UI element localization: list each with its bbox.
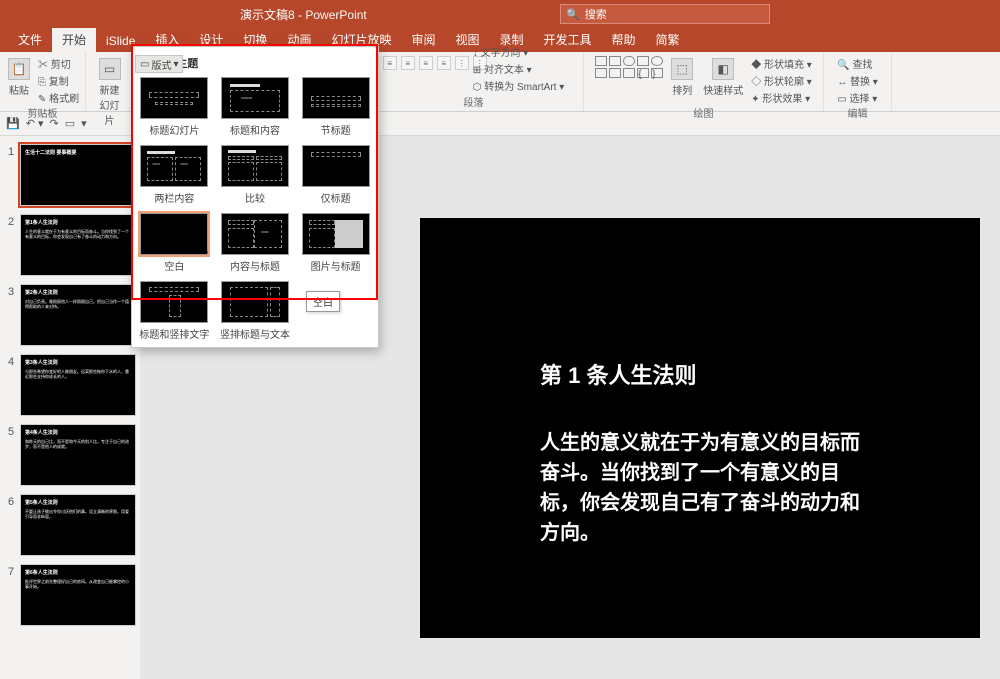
slide-thumbnails-panel[interactable]: 1生活十二法则 要事概要2第1条人生法则人生的意义就在于为有意义的目标而奋斗。当… bbox=[0, 136, 140, 679]
save-icon[interactable]: 💾 bbox=[6, 117, 20, 130]
new-slide-icon: ▭ bbox=[99, 58, 121, 80]
slide-body: 人生的意义就在于为有意义的目标而奋斗。当你找到了一个有意义的目标，你会发现自己有… bbox=[540, 428, 860, 548]
shape-effects[interactable]: ✦ 形状效果 ▾ bbox=[751, 90, 812, 105]
slide-thumbnail[interactable]: 第5条人生法则不要让孩子做出令你讨厌他们的事。设立清晰的界限，用爱引导而非纵容。 bbox=[20, 494, 136, 556]
thumb-number: 2 bbox=[4, 214, 18, 228]
layout-option[interactable]: 标题和竖排文字 bbox=[138, 281, 211, 341]
tab-文件[interactable]: 文件 bbox=[8, 27, 52, 52]
doc-title: 演示文稿8 bbox=[240, 8, 295, 22]
clipboard-icon: 📋 bbox=[8, 58, 30, 80]
tab-开始[interactable]: 开始 bbox=[52, 27, 96, 52]
chevron-down-icon: ▾ bbox=[173, 59, 178, 70]
layout-option-label: 标题幻灯片 bbox=[149, 122, 199, 137]
layout-option-label: 比较 bbox=[245, 190, 265, 205]
slideshow-icon[interactable]: ▭ bbox=[65, 117, 75, 130]
more-qat-icon[interactable]: ▾ bbox=[81, 117, 87, 130]
copy-button[interactable]: ⎘ 复制 bbox=[38, 73, 79, 88]
layout-option-label: 标题和竖排文字 bbox=[139, 326, 209, 341]
new-slide-button[interactable]: ▭ 新建 幻灯片 bbox=[94, 56, 125, 129]
layout-option-label: 内容与标题 bbox=[230, 258, 280, 273]
slide-thumbnail[interactable]: 第2条人生法则对自己负责。像照顾他人一样照顾自己。把自己当作一个值得帮助的人来对… bbox=[20, 284, 136, 346]
slide-title: 第 1 条人生法则 bbox=[540, 358, 860, 390]
paragraph-group-label: 段落 bbox=[464, 94, 484, 109]
tab-简繁[interactable]: 简繁 bbox=[646, 27, 690, 52]
layout-option[interactable]: 比较 bbox=[219, 145, 292, 205]
layout-option[interactable]: 图片与标题 bbox=[299, 213, 372, 273]
layout-option-label: 标题和内容 bbox=[230, 122, 280, 137]
slide-thumbnail[interactable]: 第3条人生法则与那些希望你变好的人做朋友。远离那些拖你下水的人，靠近那些支持你成… bbox=[20, 354, 136, 416]
layout-option-label: 节标题 bbox=[321, 122, 351, 137]
layout-option[interactable]: 标题幻灯片 bbox=[138, 77, 211, 137]
quick-styles-button[interactable]: ◧快速样式 bbox=[701, 56, 745, 99]
drawing-group-label: 绘图 bbox=[694, 105, 714, 120]
format-painter-button[interactable]: ✎ 格式刷 bbox=[38, 90, 79, 105]
layout-option[interactable]: ▭▭▭标题和内容 bbox=[219, 77, 292, 137]
search-box[interactable]: 🔍 搜索 bbox=[560, 4, 770, 24]
layout-button[interactable]: ▭ 版式 ▾ bbox=[135, 55, 183, 73]
layout-option[interactable]: 仅标题 bbox=[299, 145, 372, 205]
search-icon: 🔍 bbox=[566, 8, 580, 21]
clipboard-group-label: 剪贴板 bbox=[28, 105, 58, 120]
search-placeholder: 搜索 bbox=[585, 6, 607, 22]
arrange-button[interactable]: ⬚排列 bbox=[669, 56, 695, 99]
slide-thumbnail[interactable]: 第1条人生法则人生的意义就在于为有意义的目标而奋斗。当你找到了一个有意义的目标，… bbox=[20, 214, 136, 276]
thumb-number: 6 bbox=[4, 494, 18, 508]
layout-option[interactable]: ▭▭▭▭两栏内容 bbox=[138, 145, 211, 205]
tab-帮助[interactable]: 帮助 bbox=[602, 27, 646, 52]
app-name: PowerPoint bbox=[305, 8, 366, 22]
shape-outline[interactable]: ◇ 形状轮廓 ▾ bbox=[751, 73, 812, 88]
layout-option[interactable]: 节标题 bbox=[299, 77, 372, 137]
layout-option[interactable]: ▭▭内容与标题 bbox=[219, 213, 292, 273]
thumb-number: 7 bbox=[4, 564, 18, 578]
layout-option-label: 图片与标题 bbox=[311, 258, 361, 273]
slide-thumbnail[interactable]: 生活十二法则 要事概要 bbox=[20, 144, 136, 206]
thumb-number: 1 bbox=[4, 144, 18, 158]
layout-option[interactable]: ↖ 空白 bbox=[138, 213, 211, 273]
layout-option-label: 仅标题 bbox=[321, 190, 351, 205]
convert-smartart[interactable]: ⬡ 转换为 SmartArt ▾ bbox=[473, 78, 565, 93]
thumb-number: 4 bbox=[4, 354, 18, 368]
layout-dropdown[interactable]: Office 主题 标题幻灯片▭▭▭标题和内容节标题▭▭▭▭两栏内容比较仅标题↖… bbox=[131, 46, 379, 348]
layout-tooltip: 空白 bbox=[306, 291, 340, 312]
select-button[interactable]: ▭ 选择 ▾ bbox=[837, 90, 878, 105]
layout-option[interactable]: 竖排标题与文本 bbox=[219, 281, 292, 341]
thumb-number: 5 bbox=[4, 424, 18, 438]
find-button[interactable]: 🔍 查找 bbox=[837, 56, 878, 71]
shape-fill[interactable]: ◆ 形状填充 ▾ bbox=[751, 56, 812, 71]
layout-option-label: 两栏内容 bbox=[154, 190, 194, 205]
cut-button[interactable]: ✂ 剪切 bbox=[38, 56, 79, 71]
layout-option-label: 空白 bbox=[164, 258, 184, 273]
layout-option-label: 竖排标题与文本 bbox=[220, 326, 290, 341]
thumb-number: 3 bbox=[4, 284, 18, 298]
tab-审阅[interactable]: 审阅 bbox=[401, 27, 445, 52]
cursor-icon: ↖ bbox=[201, 245, 209, 256]
title-bar: 演示文稿8 - PowerPoint 🔍 搜索 bbox=[0, 0, 1000, 28]
layout-icon: ▭ bbox=[140, 59, 149, 70]
replace-button[interactable]: ↔ 替换 ▾ bbox=[837, 73, 878, 88]
align-text[interactable]: ⊞ 对齐文本 ▾ bbox=[473, 61, 565, 76]
current-slide[interactable]: 第 1 条人生法则 人生的意义就在于为有意义的目标而奋斗。当你找到了一个有意义的… bbox=[420, 218, 980, 638]
text-direction[interactable]: ↕ 文字方向 ▾ bbox=[473, 44, 565, 59]
editing-group-label: 编辑 bbox=[848, 105, 868, 120]
slide-thumbnail[interactable]: 第6条人生法则批评世界之前先整理好自己的房间。从改变自己能掌控的小事开始。 bbox=[20, 564, 136, 626]
paste-button[interactable]: 📋 粘贴 bbox=[6, 56, 32, 99]
slide-thumbnail[interactable]: 第4条人生法则和昨天的自己比，而不是和今天的别人比。专注于自己的进步，而不是他人… bbox=[20, 424, 136, 486]
